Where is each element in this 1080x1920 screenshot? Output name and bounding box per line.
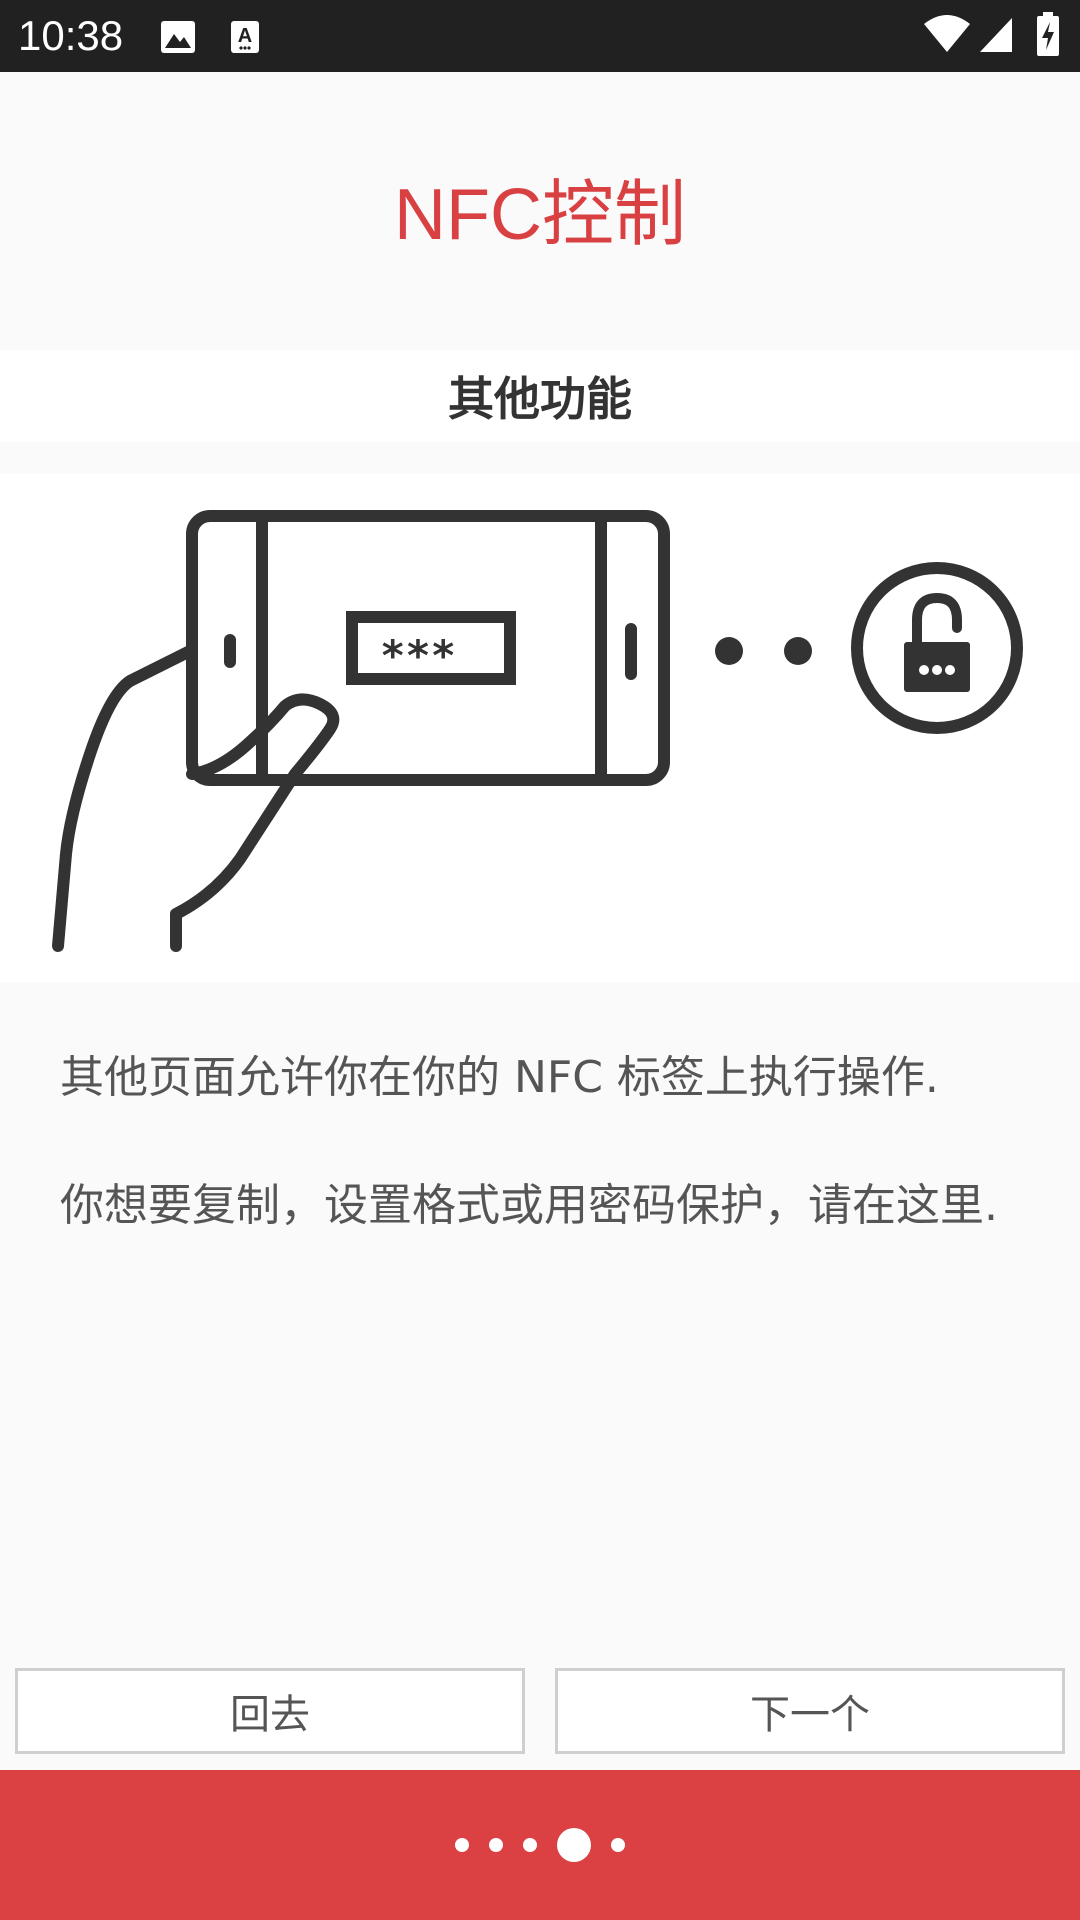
password-mask: *** [380, 631, 456, 680]
image-icon [161, 21, 195, 53]
section-title: 其他功能 [448, 372, 632, 426]
status-bar: 10:38 A [0, 0, 1080, 72]
illustration: *** [52, 510, 1023, 952]
status-time: 10:38 [18, 12, 124, 59]
page-dot [489, 1838, 503, 1852]
back-button[interactable]: 回去 [15, 1668, 525, 1754]
battery-charging-icon [1037, 12, 1059, 56]
page-dot [523, 1838, 537, 1852]
svg-text:A: A [238, 25, 252, 47]
screen: 10:38 A NFC控制 其他功能 *** 其他页面允许你在你的 NFC 标签… [0, 0, 1080, 1920]
page-dot [611, 1838, 625, 1852]
illustration-panel: *** [0, 474, 1080, 982]
description-paragraph-1: 其他页面允许你在你的 NFC 标签上执行操作. [60, 1052, 939, 1103]
signal-icon [980, 18, 1012, 52]
next-button-label: 下一个 [750, 1692, 870, 1738]
description: 其他页面允许你在你的 NFC 标签上执行操作. 你想要复制，设置格式或用密码保护… [60, 1042, 1030, 1298]
section-header: 其他功能 [0, 350, 1080, 442]
keyboard-a-icon: A [231, 21, 259, 53]
page-dot [455, 1838, 469, 1852]
page-indicator [0, 1770, 1080, 1920]
next-button[interactable]: 下一个 [555, 1668, 1065, 1754]
page-dot-active [557, 1828, 591, 1862]
connection-dot-left [715, 637, 743, 665]
page-title: NFC控制 [394, 175, 686, 255]
description-paragraph-2: 你想要复制，设置格式或用密码保护，请在这里. [60, 1180, 998, 1231]
wifi-icon [924, 15, 970, 52]
lock-icon [851, 562, 1023, 734]
back-button-label: 回去 [230, 1692, 310, 1738]
hand-holding-phone-icon [52, 510, 670, 952]
bottom-bar [0, 1770, 1080, 1920]
connection-dot-right [784, 637, 812, 665]
